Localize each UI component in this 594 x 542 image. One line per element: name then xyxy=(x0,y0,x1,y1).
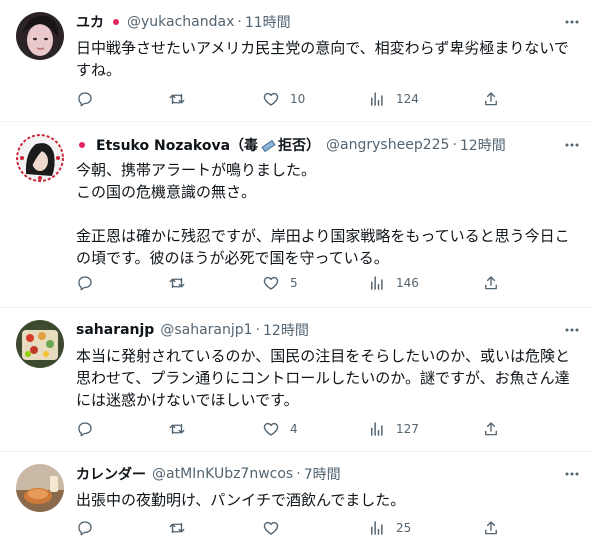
share-icon xyxy=(485,422,497,436)
tweet[interactable]: saharanjp @saharanjp1 · 12時間 本当に発射されているの… xyxy=(0,308,594,452)
japan-flag-icon xyxy=(110,16,122,28)
share-icon xyxy=(485,276,497,290)
tweet-header: saharanjp @saharanjp1 · 12時間 xyxy=(76,320,309,340)
avatar[interactable] xyxy=(16,12,64,60)
more-dots-icon xyxy=(565,328,579,332)
retweet-icon xyxy=(169,277,185,289)
tweet-text: 出張中の夜勤明け、パンイチで酒飲んでました。 xyxy=(76,491,406,509)
views-icon xyxy=(371,521,383,535)
tweet-actions: 10 124 xyxy=(68,88,508,110)
reply-icon xyxy=(78,276,92,291)
timestamp[interactable]: 7時間 xyxy=(304,464,341,484)
avatar[interactable] xyxy=(16,464,64,512)
like-button[interactable]: 5 xyxy=(262,272,298,294)
views-icon xyxy=(371,276,383,290)
timestamp[interactable]: 11時間 xyxy=(245,12,291,32)
tweet[interactable]: Etsuko Nozakova（毒 拒否） @angrysheep225 · 1… xyxy=(0,122,594,308)
more-dots-icon xyxy=(565,20,579,24)
tweet-header: カレンダー @atMInKUbz7nwcos · 7時間 xyxy=(76,464,341,484)
author-name[interactable]: ユカ xyxy=(76,12,104,32)
tweet-text: 今朝、携帯アラートが鳴りました。 この国の危機意識の無さ。 金正恩は確かに残忍で… xyxy=(76,161,570,267)
tweet-actions: 5 146 xyxy=(68,272,508,294)
tweet-text: 本当に発射されているのか、国民の注目をそらしたいのか、或いは危険と思わせて、プラ… xyxy=(76,347,570,409)
heart-icon xyxy=(263,521,279,535)
view-count: 127 xyxy=(396,422,419,436)
share-button[interactable] xyxy=(482,88,500,110)
like-count: 5 xyxy=(290,276,298,290)
like-button[interactable] xyxy=(262,517,290,539)
more-options-button[interactable] xyxy=(564,137,580,153)
avatar[interactable] xyxy=(16,134,64,182)
views-button[interactable]: 127 xyxy=(368,418,419,440)
view-count: 124 xyxy=(396,92,419,106)
like-button[interactable]: 10 xyxy=(262,88,305,110)
author-name[interactable]: saharanjp xyxy=(76,322,154,338)
views-icon xyxy=(371,422,383,436)
tweet[interactable]: カレンダー @atMInKUbz7nwcos · 7時間 出張中の夜勤明け、パン… xyxy=(0,452,594,542)
author-handle[interactable]: @saharanjp1 xyxy=(160,322,252,338)
reply-icon xyxy=(78,92,92,107)
share-button[interactable] xyxy=(482,272,500,294)
tweet-header: ユカ @yukachandax · 11時間 xyxy=(76,12,291,32)
heart-icon xyxy=(263,422,279,436)
more-options-button[interactable] xyxy=(564,322,580,338)
retweet-button[interactable] xyxy=(168,88,196,110)
tweet-text: 日中戦争させたいアメリカ民主党の意向で、相変わらず卑劣極まりないですね。 xyxy=(76,39,569,79)
share-icon xyxy=(485,521,497,535)
author-name[interactable]: カレンダー xyxy=(76,464,146,484)
retweet-icon xyxy=(169,93,185,105)
views-icon xyxy=(371,92,383,106)
retweet-icon xyxy=(169,423,185,435)
like-button[interactable]: 4 xyxy=(262,418,298,440)
more-options-button[interactable] xyxy=(564,14,580,30)
avatar[interactable] xyxy=(16,320,64,368)
reply-button[interactable] xyxy=(76,272,104,294)
separator-dot: · xyxy=(255,322,261,338)
retweet-button[interactable] xyxy=(168,517,196,539)
more-dots-icon xyxy=(565,143,579,147)
reply-icon xyxy=(78,422,92,437)
tweet-header: Etsuko Nozakova（毒 拒否） @angrysheep225 · 1… xyxy=(76,135,506,155)
reply-button[interactable] xyxy=(76,517,104,539)
view-count: 25 xyxy=(396,521,412,535)
timestamp[interactable]: 12時間 xyxy=(263,320,309,340)
views-button[interactable]: 25 xyxy=(368,517,411,539)
author-name[interactable]: Etsuko Nozakova（毒 xyxy=(96,135,258,155)
author-handle[interactable]: @atMInKUbz7nwcos xyxy=(152,466,293,482)
author-name-suffix: 拒否） xyxy=(278,138,321,154)
share-button[interactable] xyxy=(482,517,500,539)
reply-icon xyxy=(78,521,92,536)
heart-icon xyxy=(263,92,279,106)
separator-dot: · xyxy=(452,137,457,153)
more-dots-icon xyxy=(565,472,579,476)
tweet-actions: 25 xyxy=(68,517,508,539)
syringe-icon xyxy=(260,140,276,150)
share-icon xyxy=(485,92,497,106)
timestamp[interactable]: 12時間 xyxy=(460,135,506,155)
retweet-icon xyxy=(169,522,185,534)
heart-icon xyxy=(263,276,279,290)
separator-dot: · xyxy=(296,466,301,482)
tweet-actions: 4 127 xyxy=(68,418,508,440)
separator-dot: · xyxy=(237,14,242,30)
author-handle[interactable]: @yukachandax xyxy=(127,14,234,30)
like-count: 10 xyxy=(290,92,306,106)
reply-button[interactable] xyxy=(76,418,104,440)
views-button[interactable]: 124 xyxy=(368,88,419,110)
tweet[interactable]: ユカ @yukachandax · 11時間 日中戦争させたいアメリカ民主党の意… xyxy=(0,0,594,122)
like-count: 4 xyxy=(290,422,298,436)
views-button[interactable]: 146 xyxy=(368,272,419,294)
share-button[interactable] xyxy=(482,418,500,440)
japan-flag-icon xyxy=(76,139,88,151)
reply-button[interactable] xyxy=(76,88,104,110)
retweet-button[interactable] xyxy=(168,418,196,440)
retweet-button[interactable] xyxy=(168,272,196,294)
author-handle[interactable]: @angrysheep225 xyxy=(326,137,449,153)
more-options-button[interactable] xyxy=(564,466,580,482)
timeline-feed: ユカ @yukachandax · 11時間 日中戦争させたいアメリカ民主党の意… xyxy=(0,0,594,542)
view-count: 146 xyxy=(396,276,419,290)
